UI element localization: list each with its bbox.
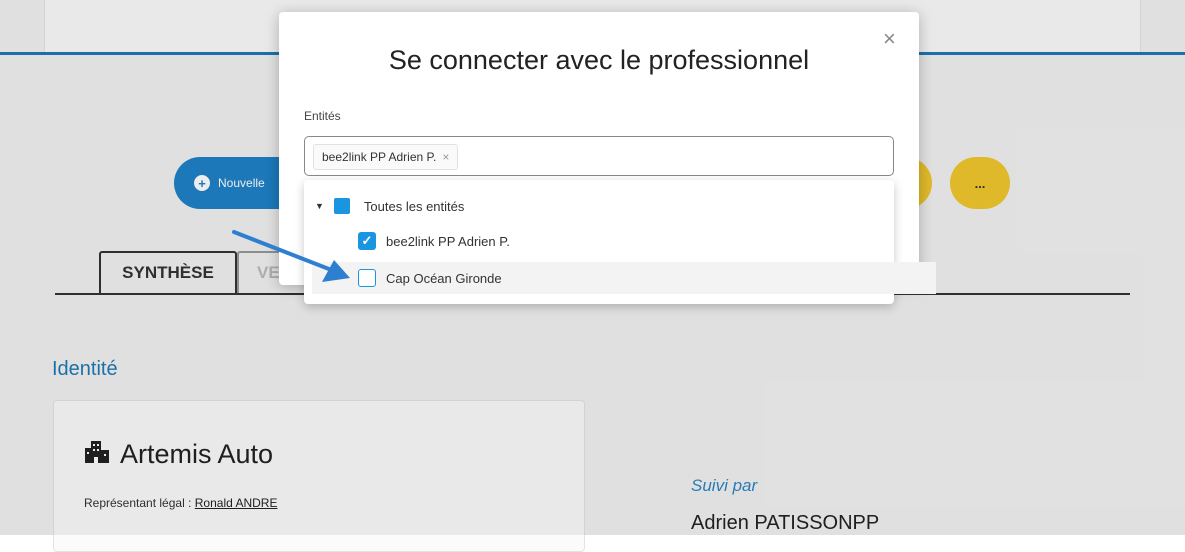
modal-title: Se connecter avec le professionnel — [388, 45, 810, 75]
tree-parent-row[interactable]: ▼ Toutes les entités — [304, 190, 905, 222]
tree-item-label: bee2link PP Adrien P. — [386, 233, 510, 249]
entities-field-label: Entités — [304, 109, 341, 123]
check-icon[interactable]: ✓ — [358, 232, 376, 250]
parent-checkbox-partial[interactable] — [333, 198, 350, 214]
entities-select[interactable]: bee2link PP Adrien P. × — [304, 136, 894, 176]
selected-entity-chip: bee2link PP Adrien P. × — [313, 144, 459, 170]
tree-item-cap-ocean[interactable]: Cap Océan Gironde — [312, 262, 936, 294]
tree-item-label: Cap Océan Gironde — [386, 270, 502, 286]
tree-parent-label: Toutes les entités — [363, 198, 465, 214]
entities-dropdown: ▼ Toutes les entités ✓ bee2link PP Adrie… — [304, 180, 936, 304]
selected-entity-label: bee2link PP Adrien P. — [322, 150, 437, 164]
tree-item-bee2link[interactable]: ✓ bee2link PP Adrien P. — [304, 225, 948, 257]
caret-down-icon[interactable]: ▼ — [315, 201, 324, 211]
unchecked-checkbox[interactable] — [358, 269, 376, 287]
chip-remove-icon[interactable]: × — [442, 150, 449, 164]
close-icon[interactable]: × — [883, 28, 896, 50]
